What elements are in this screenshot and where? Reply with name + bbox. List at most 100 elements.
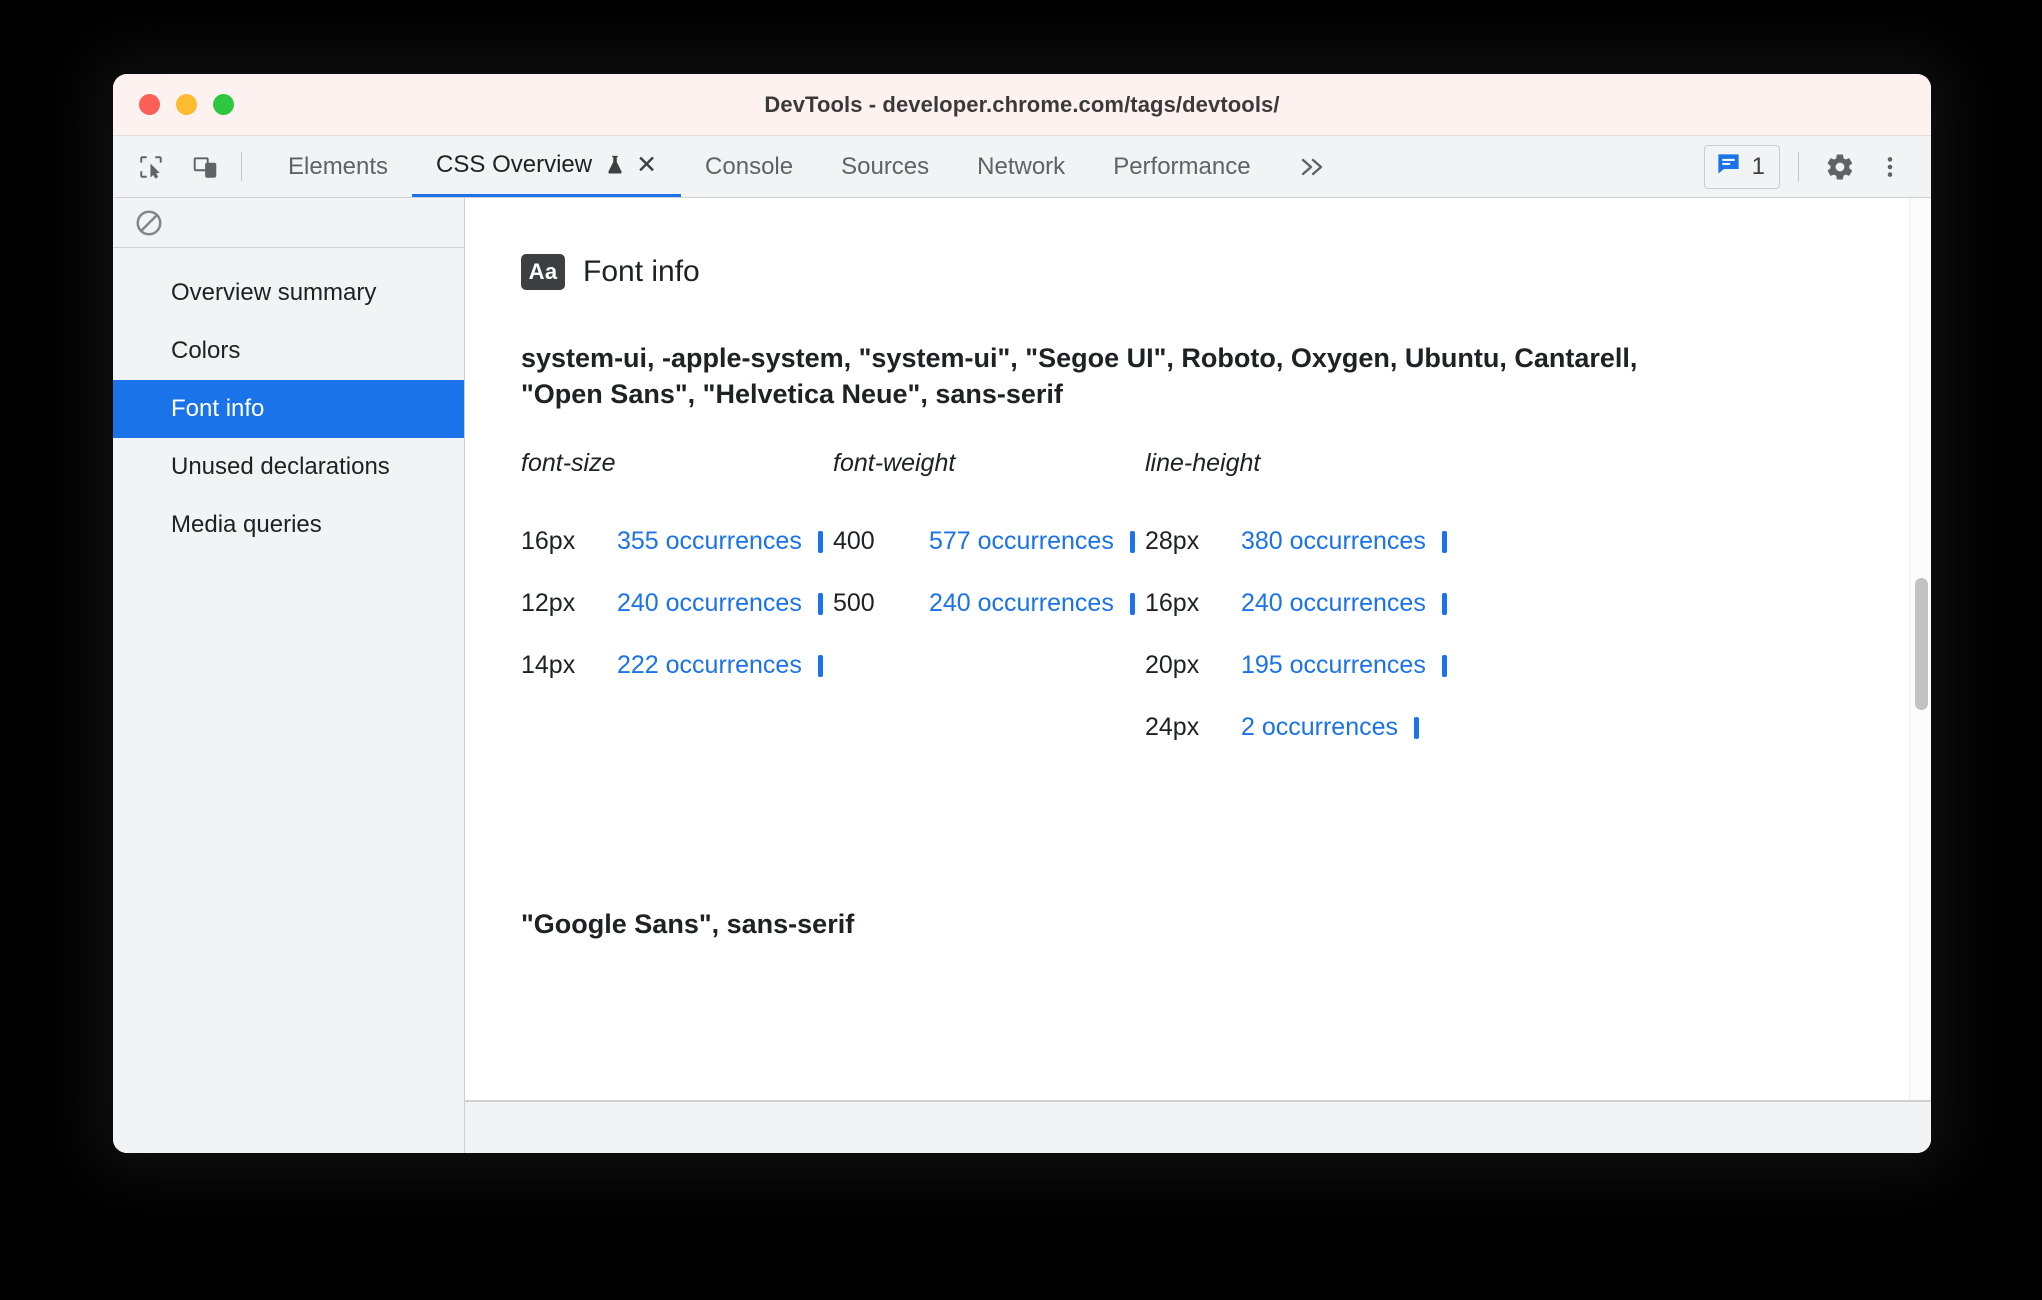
- metric-row[interactable]: 400 577 occurrences: [833, 511, 1145, 573]
- occurrences-link[interactable]: 577 occurrences: [929, 527, 1114, 556]
- css-overview-sidebar: Overview summary Colors Font info Unused…: [113, 198, 465, 1153]
- tab-performance[interactable]: Performance: [1089, 136, 1274, 197]
- window-title: DevTools - developer.chrome.com/tags/dev…: [764, 91, 1280, 117]
- metric-row[interactable]: 500 240 occurrences: [833, 573, 1145, 635]
- sidebar-item-label: Font info: [171, 395, 265, 422]
- occurrence-bar: [817, 530, 823, 553]
- column-header: font-size: [521, 448, 616, 477]
- panel-tabs: Elements CSS Overview ✕ Console Sources: [264, 136, 1704, 197]
- close-tab-icon[interactable]: ✕: [636, 152, 657, 178]
- occurrence-bar: [1129, 592, 1135, 615]
- metric-column-font-size: font-size 16px 355 occurrences 12px 240 …: [521, 449, 833, 759]
- content-scrollbar[interactable]: [1909, 198, 1931, 1100]
- page-title: Font info: [583, 255, 700, 288]
- tab-label: Performance: [1113, 152, 1251, 180]
- font-aa-icon: Aa: [521, 254, 565, 290]
- occurrences-link[interactable]: 195 occurrences: [1241, 651, 1426, 680]
- metric-row[interactable]: 24px 2 occurrences: [1145, 697, 1475, 759]
- font-info-heading: Aa Font info: [521, 254, 1931, 290]
- issues-message-icon: [1715, 151, 1742, 183]
- traffic-light-controls: [139, 94, 234, 115]
- metric-row[interactable]: 14px 222 occurrences: [521, 635, 833, 697]
- minimize-window-button[interactable]: [176, 94, 197, 115]
- maximize-window-button[interactable]: [213, 94, 234, 115]
- panel-statusbar: [465, 1101, 1931, 1153]
- tab-label: Console: [705, 152, 794, 180]
- clear-overview-icon[interactable]: [129, 203, 169, 243]
- tab-elements[interactable]: Elements: [264, 136, 412, 197]
- occurrences-link[interactable]: 240 occurrences: [617, 589, 802, 618]
- issues-count: 1: [1751, 152, 1765, 180]
- tab-label: Sources: [841, 152, 930, 180]
- sidebar-item-media-queries[interactable]: Media queries: [113, 496, 464, 554]
- sidebar-item-label: Media queries: [171, 511, 322, 538]
- metric-value: 14px: [521, 651, 576, 680]
- sidebar-item-overview-summary[interactable]: Overview summary: [113, 264, 464, 322]
- metric-value: 500: [833, 589, 875, 618]
- font-metrics-table: font-size 16px 355 occurrences 12px 240 …: [521, 449, 1931, 759]
- occurrences-link[interactable]: 2 occurrences: [1241, 713, 1398, 742]
- occurrence-bar: [817, 654, 823, 677]
- occurrence-bar: [1441, 654, 1447, 677]
- occurrences-link[interactable]: 222 occurrences: [617, 651, 802, 680]
- occurrences-link[interactable]: 240 occurrences: [929, 589, 1114, 618]
- sidebar-toolbar: [113, 198, 464, 248]
- occurrence-bar: [1129, 530, 1135, 553]
- more-tabs-chevron-icon[interactable]: [1275, 136, 1349, 197]
- metric-value: 16px: [521, 527, 576, 556]
- tab-sources[interactable]: Sources: [817, 136, 953, 197]
- metric-row[interactable]: 12px 240 occurrences: [521, 573, 833, 635]
- sidebar-item-label: Colors: [171, 337, 241, 364]
- experiment-flask-icon: [604, 153, 626, 177]
- metric-row[interactable]: 20px 195 occurrences: [1145, 635, 1475, 697]
- close-window-button[interactable]: [139, 94, 160, 115]
- sidebar-item-list: Overview summary Colors Font info Unused…: [113, 248, 464, 554]
- devtools-tabbar: Elements CSS Overview ✕ Console Sources: [113, 136, 1931, 198]
- occurrence-bar: [1441, 530, 1447, 553]
- metric-row[interactable]: 16px 240 occurrences: [1145, 573, 1475, 635]
- devtools-window: DevTools - developer.chrome.com/tags/dev…: [113, 74, 1931, 1153]
- inspect-element-icon[interactable]: [129, 145, 173, 189]
- window-titlebar: DevTools - developer.chrome.com/tags/dev…: [113, 74, 1931, 136]
- more-vertical-icon[interactable]: [1867, 144, 1913, 190]
- occurrence-bar: [1414, 716, 1420, 739]
- tab-label: Elements: [288, 152, 389, 180]
- metric-value: 28px: [1145, 527, 1200, 556]
- font-family-name: system-ui, -apple-system, "system-ui", "…: [521, 343, 1638, 410]
- content-column: Aa Font info system-ui, -apple-system, "…: [465, 198, 1931, 1153]
- font-info-inner: Aa Font info system-ui, -apple-system, "…: [465, 198, 1931, 940]
- metric-row[interactable]: 28px 380 occurrences: [1145, 511, 1475, 573]
- issues-counter-button[interactable]: 1: [1703, 144, 1780, 189]
- occurrence-bar: [1441, 592, 1447, 615]
- metric-column-line-height: line-height 28px 380 occurrences 16px 24…: [1145, 449, 1475, 759]
- metric-value: 400: [833, 527, 875, 556]
- sidebar-item-font-info[interactable]: Font info: [113, 380, 464, 438]
- sidebar-item-unused-declarations[interactable]: Unused declarations: [113, 438, 464, 496]
- tab-console[interactable]: Console: [681, 136, 817, 197]
- occurrences-link[interactable]: 240 occurrences: [1241, 589, 1426, 618]
- desktop-backdrop: DevTools - developer.chrome.com/tags/dev…: [0, 0, 2042, 1300]
- scrollbar-thumb[interactable]: [1915, 578, 1928, 710]
- gear-icon[interactable]: [1817, 144, 1863, 190]
- font-family-name-secondary: "Google Sans", sans-serif: [521, 908, 855, 939]
- tab-css-overview[interactable]: CSS Overview ✕: [412, 136, 682, 197]
- tab-network[interactable]: Network: [953, 136, 1089, 197]
- toolbar-divider-right: [1798, 151, 1799, 182]
- column-header: line-height: [1145, 448, 1261, 477]
- tab-label: CSS Overview: [436, 151, 593, 178]
- sidebar-item-colors[interactable]: Colors: [113, 322, 464, 380]
- metric-value: 24px: [1145, 713, 1200, 742]
- device-toolbar-icon[interactable]: [183, 145, 227, 189]
- metric-row[interactable]: 16px 355 occurrences: [521, 511, 833, 573]
- metric-column-font-weight: font-weight 400 577 occurrences 500 240 …: [833, 449, 1145, 759]
- tabbar-right-tools: 1: [1703, 136, 1931, 197]
- css-overview-panel: Overview summary Colors Font info Unused…: [113, 198, 1931, 1153]
- occurrences-link[interactable]: 355 occurrences: [617, 527, 802, 556]
- tab-label: Network: [977, 152, 1066, 180]
- metric-value: 16px: [1145, 589, 1200, 618]
- sidebar-item-label: Overview summary: [171, 279, 377, 306]
- tabbar-left-tools: [129, 136, 264, 197]
- metric-value: 20px: [1145, 651, 1200, 680]
- occurrences-link[interactable]: 380 occurrences: [1241, 527, 1426, 556]
- metric-value: 12px: [521, 589, 576, 618]
